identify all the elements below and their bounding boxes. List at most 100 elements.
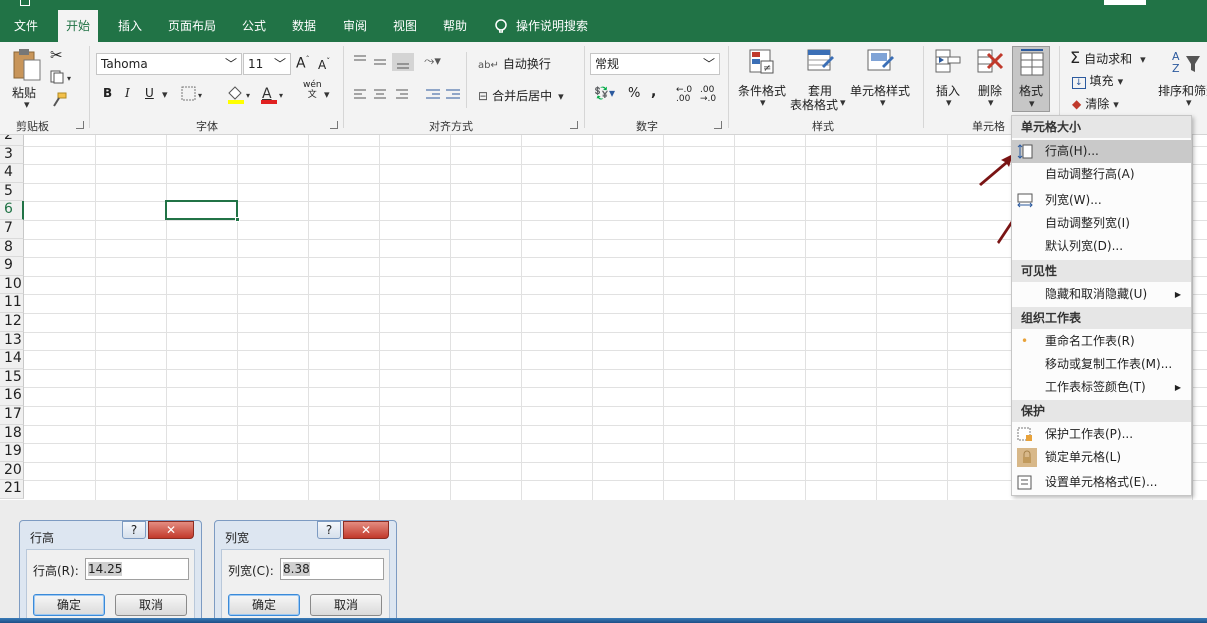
row-header[interactable]: 12 — [0, 313, 24, 332]
row-header[interactable]: 16 — [0, 387, 24, 406]
tab-data[interactable]: 数据 — [292, 10, 316, 42]
row-header[interactable]: 5 — [0, 182, 24, 202]
dropdown-icon[interactable]: ▾ — [840, 96, 846, 109]
number-format-select[interactable]: 常规 ﹀ — [590, 53, 720, 75]
menu-item-lock-cell[interactable]: 锁定单元格(L) — [1012, 446, 1191, 469]
row-header[interactable]: 20 — [0, 461, 24, 481]
menu-item-move-copy[interactable]: 移动或复制工作表(M)... — [1012, 353, 1191, 376]
font-launcher-icon[interactable] — [330, 121, 338, 129]
sort-filter-icon[interactable]: AZ — [1170, 48, 1202, 76]
ok-button[interactable]: 确定 — [228, 594, 300, 616]
menu-item-format-cells[interactable]: 设置单元格格式(E)... — [1012, 471, 1191, 494]
row-header[interactable]: 10 — [0, 275, 24, 295]
tab-formulas[interactable]: 公式 — [242, 10, 266, 42]
row-header[interactable]: 17 — [0, 406, 24, 425]
format-as-table-icon[interactable] — [806, 48, 834, 76]
indent-icons[interactable] — [424, 88, 464, 102]
menu-item-autofit-row[interactable]: 自动调整行高(A) — [1012, 163, 1191, 186]
tab-file[interactable]: 文件 — [14, 10, 38, 42]
row-header[interactable]: 21 — [0, 480, 24, 499]
sort-filter-button[interactable]: 排序和筛选 — [1158, 82, 1207, 99]
font-color-button[interactable]: A ▾ — [259, 84, 287, 104]
clipboard-launcher-icon[interactable] — [76, 121, 84, 129]
increase-decimal-icon[interactable]: ←.0.00 — [676, 86, 692, 104]
help-button[interactable]: ? — [317, 521, 341, 539]
menu-item-default-width[interactable]: 默认列宽(D)... — [1012, 235, 1191, 258]
comma-button[interactable]: , — [651, 84, 656, 100]
tab-view[interactable]: 视图 — [393, 10, 417, 42]
fill-color-icon[interactable]: ▾ — [226, 84, 254, 104]
clear-button[interactable]: ◆ 清除 ▾ — [1072, 95, 1119, 112]
dropdown-icon[interactable]: ▾ — [946, 96, 952, 109]
row-height-input[interactable]: 14.25 — [85, 558, 189, 580]
autosum-button[interactable]: Σ 自动求和 ▾ — [1070, 48, 1146, 67]
format-painter-icon[interactable] — [50, 92, 68, 108]
copy-icon[interactable]: ▾ — [50, 70, 76, 84]
percent-button[interactable]: % — [628, 86, 640, 101]
ok-button[interactable]: 确定 — [33, 594, 105, 616]
row-header[interactable]: 15 — [0, 368, 24, 388]
border-icon[interactable]: ▾ — [181, 86, 205, 102]
merge-center-button[interactable]: ⊟ 合并后居中 ▾ — [478, 87, 564, 104]
tab-insert[interactable]: 插入 — [118, 10, 142, 42]
row-header[interactable]: 19 — [0, 443, 24, 462]
cancel-button[interactable]: 取消 — [115, 594, 187, 616]
dropdown-icon[interactable]: ▾ — [880, 96, 886, 109]
tab-page-layout[interactable]: 页面布局 — [168, 10, 216, 42]
menu-item-column-width[interactable]: 列宽(W)... — [1012, 189, 1191, 212]
save-icon[interactable] — [20, 0, 30, 6]
row-header[interactable]: 3 — [0, 145, 24, 165]
row-header[interactable]: 9 — [0, 257, 24, 276]
tab-review[interactable]: 审阅 — [343, 10, 367, 42]
decrease-decimal-icon[interactable]: .00 →.0 — [700, 86, 716, 104]
shrink-font-button[interactable]: Aˇ — [318, 57, 330, 72]
dropdown-icon[interactable]: ▾ — [988, 96, 994, 109]
row-header[interactable]: 13 — [0, 331, 24, 351]
wrap-text-button[interactable]: ab↵ 自动换行 — [478, 55, 551, 72]
window-button[interactable] — [1104, 0, 1146, 5]
row-header[interactable]: 4 — [0, 164, 24, 183]
grow-font-button[interactable]: Aˆ — [296, 55, 310, 72]
row-header[interactable]: 8 — [0, 238, 24, 258]
bold-button[interactable]: B — [103, 86, 112, 100]
close-button[interactable]: ✕ — [343, 521, 389, 539]
menu-item-hide-unhide[interactable]: 隐藏和取消隐藏(U) ▶ — [1012, 283, 1191, 306]
tab-home[interactable]: 开始 — [58, 10, 99, 42]
number-launcher-icon[interactable] — [714, 121, 722, 129]
alignment-launcher-icon[interactable] — [570, 121, 578, 129]
orientation-icon[interactable]: ⤳▾ — [424, 54, 441, 69]
vertical-align-icons[interactable] — [352, 52, 418, 72]
dropdown-icon[interactable]: ▾ — [760, 96, 766, 109]
italic-button[interactable]: I — [125, 86, 130, 100]
paste-dropdown-icon[interactable]: ▾ — [24, 98, 30, 111]
phonetic-dropdown-icon[interactable]: ▾ — [324, 88, 330, 101]
delete-cells-icon[interactable] — [976, 48, 1004, 76]
horizontal-align-icons[interactable] — [352, 88, 414, 102]
menu-item-rename-sheet[interactable]: • 重命名工作表(R) — [1012, 330, 1191, 353]
column-width-input[interactable]: 8.38 — [280, 558, 384, 580]
row-header-selected[interactable]: 6 — [0, 201, 24, 220]
cancel-button[interactable]: 取消 — [310, 594, 382, 616]
fill-handle[interactable] — [235, 217, 240, 222]
font-name-select[interactable]: Tahoma ﹀ — [96, 53, 242, 75]
selected-cell[interactable] — [165, 200, 240, 222]
underline-button[interactable]: U — [145, 86, 154, 100]
cut-icon[interactable]: ✂ — [50, 46, 63, 64]
underline-dropdown-icon[interactable]: ▾ — [162, 88, 168, 101]
format-button[interactable]: 格式 ▾ — [1012, 46, 1050, 112]
row-header[interactable]: 18 — [0, 424, 24, 444]
cell-styles-icon[interactable] — [866, 48, 894, 76]
font-size-select[interactable]: 11 ﹀ — [243, 53, 291, 75]
fill-button[interactable]: ↓ 填充 ▾ — [1072, 72, 1123, 89]
tell-me-search[interactable]: 操作说明搜索 — [494, 10, 588, 42]
dropdown-icon[interactable]: ▾ — [1186, 96, 1192, 109]
conditional-format-icon[interactable]: ≠ — [748, 48, 776, 76]
row-header[interactable]: 11 — [0, 294, 24, 313]
paste-icon[interactable] — [12, 48, 42, 84]
menu-item-autofit-column[interactable]: 自动调整列宽(I) — [1012, 212, 1191, 235]
accounting-format-icon[interactable]: 💱▾ — [594, 86, 615, 100]
menu-item-row-height[interactable]: 行高(H)... — [1012, 140, 1191, 163]
help-button[interactable]: ? — [122, 521, 146, 539]
phonetic-button[interactable]: wén 文 — [303, 80, 322, 100]
close-button[interactable]: ✕ — [148, 521, 194, 539]
